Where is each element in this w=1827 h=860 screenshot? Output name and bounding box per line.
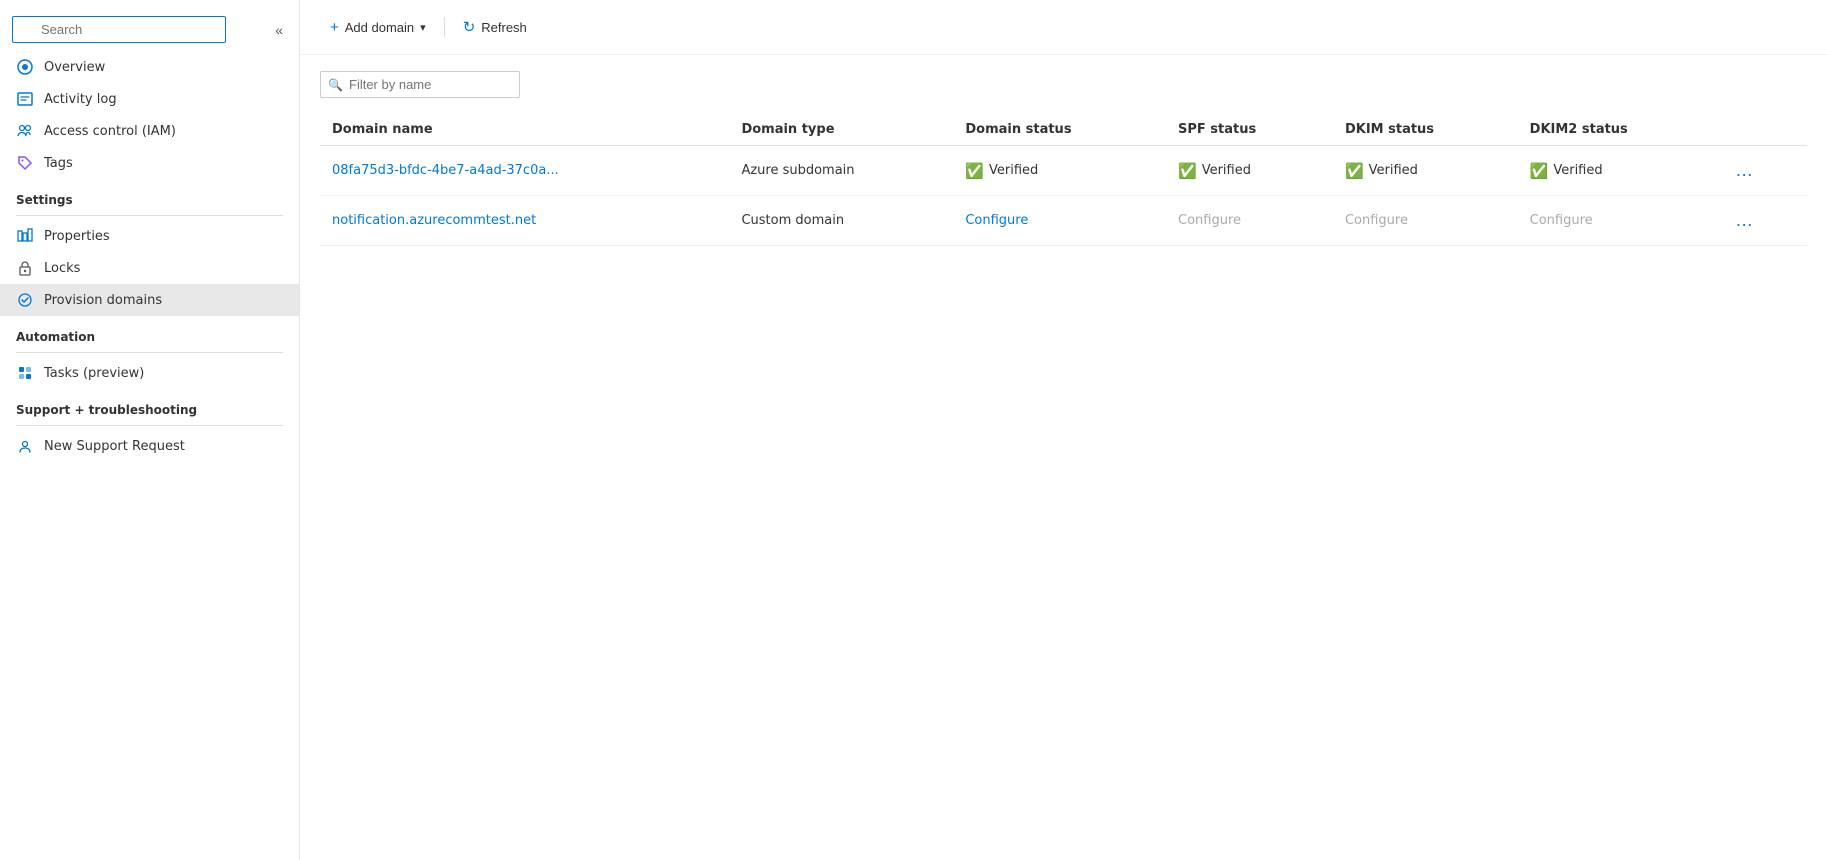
sidebar-item-activity-log-label: Activity log <box>44 92 117 107</box>
dkim-verified-badge: ✅Verified <box>1345 162 1418 180</box>
col-dkim-status: DKIM status <box>1333 114 1518 146</box>
support-section-label: Support + troubleshooting <box>0 389 299 421</box>
filter-input[interactable] <box>320 71 520 98</box>
collapse-button[interactable]: « <box>271 18 287 42</box>
row-ellipsis-button[interactable]: … <box>1729 208 1760 233</box>
cell-dkim2-status: Configure <box>1518 196 1717 246</box>
search-input[interactable] <box>12 16 226 43</box>
row-ellipsis-button[interactable]: … <box>1729 158 1760 183</box>
sidebar-item-activity-log[interactable]: Activity log <box>0 83 299 115</box>
add-domain-label: Add domain <box>345 20 414 35</box>
support-icon <box>16 437 34 455</box>
cell-dkim2-status: ✅Verified <box>1518 146 1717 196</box>
cell-domain-status: ✅Verified <box>953 146 1166 196</box>
cell-dkim-status: ✅Verified <box>1333 146 1518 196</box>
cell-row-actions: … <box>1717 146 1807 196</box>
refresh-button[interactable]: ↻ Refresh <box>453 12 537 42</box>
domain-name-link[interactable]: notification.azurecommtest.net <box>332 213 536 228</box>
sidebar-item-tasks[interactable]: Tasks (preview) <box>0 357 299 389</box>
dkim-configure-text: Configure <box>1345 213 1408 228</box>
domain-name-link[interactable]: 08fa75d3-bfdc-4be7-a4ad-37c0a... <box>332 163 559 178</box>
sidebar-item-new-support-label: New Support Request <box>44 439 185 454</box>
add-domain-button[interactable]: + Add domain ▾ <box>320 13 436 42</box>
verified-badge: ✅Verified <box>965 162 1038 180</box>
sidebar-item-locks[interactable]: Locks <box>0 252 299 284</box>
cell-domain-type: Custom domain <box>729 196 953 246</box>
refresh-label: Refresh <box>481 20 527 35</box>
search-wrapper: 🔍 <box>12 16 265 43</box>
col-dkim2-status: DKIM2 status <box>1518 114 1717 146</box>
table-row: 08fa75d3-bfdc-4be7-a4ad-37c0a... Azure su… <box>320 146 1807 196</box>
table-row: notification.azurecommtest.net Custom dom… <box>320 196 1807 246</box>
iam-icon <box>16 122 34 140</box>
dkim-verified-icon: ✅ <box>1345 162 1364 180</box>
add-icon: + <box>330 19 339 36</box>
toolbar: + Add domain ▾ ↻ Refresh <box>300 0 1827 55</box>
sidebar: 🔍 « Overview Activity log Access control… <box>0 0 300 860</box>
settings-divider <box>16 215 283 216</box>
col-domain-status: Domain status <box>953 114 1166 146</box>
sidebar-item-iam[interactable]: Access control (IAM) <box>0 115 299 147</box>
sidebar-item-properties[interactable]: Properties <box>0 220 299 252</box>
cell-domain-name: notification.azurecommtest.net <box>320 196 729 246</box>
sidebar-item-provision-domains[interactable]: Provision domains <box>0 284 299 316</box>
cell-spf-status: ✅Verified <box>1166 146 1333 196</box>
sidebar-search-area: 🔍 « <box>0 8 299 51</box>
sidebar-item-tags[interactable]: Tags <box>0 147 299 179</box>
domain-table: Domain name Domain type Domain status SP… <box>320 114 1807 246</box>
sidebar-item-provision-domains-label: Provision domains <box>44 293 162 308</box>
content-area: 🔍 Domain name Domain type Domain status … <box>300 55 1827 860</box>
tasks-icon <box>16 364 34 382</box>
overview-icon <box>16 58 34 76</box>
col-actions <box>1717 114 1807 146</box>
spf-configure-text: Configure <box>1178 213 1241 228</box>
sidebar-item-locks-label: Locks <box>44 261 80 276</box>
automation-divider <box>16 352 283 353</box>
provision-icon <box>16 291 34 309</box>
dkim2-verified-badge: ✅Verified <box>1530 162 1603 180</box>
tags-icon <box>16 154 34 172</box>
refresh-icon: ↻ <box>463 18 476 36</box>
activity-icon <box>16 90 34 108</box>
add-domain-chevron-icon: ▾ <box>420 21 426 34</box>
filter-bar: 🔍 <box>320 71 1807 98</box>
cell-domain-type: Azure subdomain <box>729 146 953 196</box>
filter-input-wrapper: 🔍 <box>320 71 520 98</box>
dkim2-configure-text: Configure <box>1530 213 1593 228</box>
automation-section-label: Automation <box>0 316 299 348</box>
sidebar-item-properties-label: Properties <box>44 229 110 244</box>
cell-domain-name: 08fa75d3-bfdc-4be7-a4ad-37c0a... <box>320 146 729 196</box>
cell-domain-status: Configure <box>953 196 1166 246</box>
toolbar-separator <box>444 17 445 37</box>
sidebar-item-overview[interactable]: Overview <box>0 51 299 83</box>
dkim2-verified-icon: ✅ <box>1530 162 1549 180</box>
cell-row-actions: … <box>1717 196 1807 246</box>
sidebar-item-new-support[interactable]: New Support Request <box>0 430 299 462</box>
sidebar-item-iam-label: Access control (IAM) <box>44 124 176 139</box>
cell-spf-status: Configure <box>1166 196 1333 246</box>
col-spf-status: SPF status <box>1166 114 1333 146</box>
locks-icon <box>16 259 34 277</box>
spf-verified-icon: ✅ <box>1178 162 1197 180</box>
filter-search-icon: 🔍 <box>328 78 343 92</box>
sidebar-item-overview-label: Overview <box>44 60 105 75</box>
table-header-row: Domain name Domain type Domain status SP… <box>320 114 1807 146</box>
properties-icon <box>16 227 34 245</box>
main-content: + Add domain ▾ ↻ Refresh 🔍 Domain name D… <box>300 0 1827 860</box>
configure-link[interactable]: Configure <box>965 213 1028 228</box>
col-domain-type: Domain type <box>729 114 953 146</box>
settings-section-label: Settings <box>0 179 299 211</box>
cell-dkim-status: Configure <box>1333 196 1518 246</box>
support-divider <box>16 425 283 426</box>
sidebar-item-tags-label: Tags <box>44 156 73 171</box>
spf-verified-badge: ✅Verified <box>1178 162 1251 180</box>
col-domain-name: Domain name <box>320 114 729 146</box>
sidebar-item-tasks-label: Tasks (preview) <box>44 366 144 381</box>
verified-icon: ✅ <box>965 162 984 180</box>
